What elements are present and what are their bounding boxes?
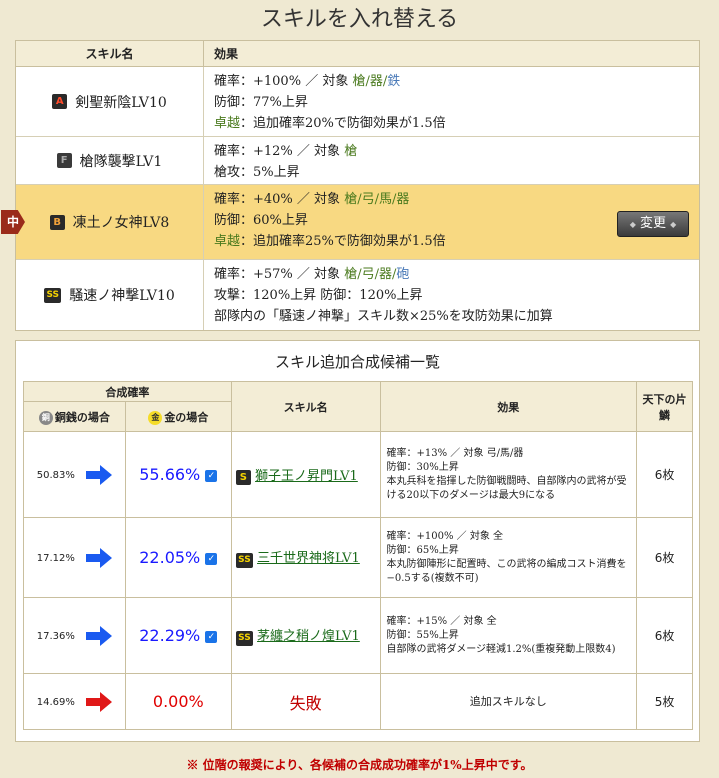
candidate-effect: 確率：+15% ／ 対象 全 防御：55%上昇 自部隊の武将ダメージ軽減1.2%… xyxy=(379,597,638,674)
gold-rate: 55.66% xyxy=(139,465,201,484)
effect-line: ：追加確率25%で防御効果が1.5倍 xyxy=(240,234,446,249)
current-skill-row-selected: 中 B 凍土ノ女神LV8 確率：+40% ／ 対象 槍/弓/馬/器 防御：60%… xyxy=(1,185,699,260)
diamond-icon: ◆ xyxy=(670,220,677,229)
skill-name: 凍土ノ女神LV8 xyxy=(72,215,170,231)
skill-effect: 確率：+100% ／ 対象 槍/器/鉄 防御：77%上昇 卓越：追加確率20%で… xyxy=(204,67,699,136)
arrow-right-icon xyxy=(86,625,113,646)
effect-line: 防御：77%上昇 xyxy=(214,95,308,110)
copper-rate: 50.83% xyxy=(36,469,75,481)
effect-targets: 槍 xyxy=(344,144,358,159)
header-skill-name: スキル名 xyxy=(16,41,204,66)
effect-rate: 確率：+40% ／ 対象 xyxy=(214,192,345,207)
current-skill-row: F 槍隊襲撃LV1 確率：+12% ／ 対象 槍 槍攻：5%上昇 xyxy=(16,137,699,185)
count: 6枚 xyxy=(636,431,693,518)
copper-rate: 14.69% xyxy=(36,696,75,708)
header-copper: 銅銅銭の場合 xyxy=(23,401,126,432)
gold-rate: 0.00% xyxy=(152,692,204,711)
header-effect: 効果 xyxy=(214,47,239,61)
select-checkbox[interactable]: ✓ xyxy=(205,630,218,643)
arrow-right-icon xyxy=(86,691,113,712)
effect-line: 攻撃：120%上昇 防御：120%上昇 xyxy=(214,288,423,303)
candidate-row-fail: 14.69% 0.00% 失敗 追加スキルなし 5枚 xyxy=(23,673,693,730)
candidate-table: 合成確率 スキル名 効果 天下の片鱗 銅銅銭の場合 金金の場合 50.83% 5… xyxy=(23,381,693,730)
rank-badge: SS xyxy=(235,631,253,646)
skill-name: 剣聖新陰LV10 xyxy=(75,94,167,111)
effect-rate: 確率：+100% ／ 対象 xyxy=(214,74,353,89)
effect-targets-extra: 砲 xyxy=(396,267,410,282)
current-skill-row: A 剣聖新陰LV10 確率：+100% ／ 対象 槍/器/鉄 防御：77%上昇 … xyxy=(16,67,699,137)
candidate-row: 17.36% 22.29% ✓ SS 茅纏之稍ノ煌LV1 確率：+15% ／ 対… xyxy=(23,597,693,674)
effect-line: 槍攻：5%上昇 xyxy=(214,165,300,180)
candidate-skill-link[interactable]: 獅子王ノ昇門LV1 xyxy=(255,469,358,484)
page-title: スキルを入れ替える xyxy=(260,7,459,32)
rank-badge: SS xyxy=(44,287,62,303)
copper-rate: 17.12% xyxy=(36,552,75,564)
gold-coin-icon: 金 xyxy=(148,410,163,425)
effect-line: 部隊内の「騒速ノ神撃」スキル数×25%を攻防効果に加算 xyxy=(214,309,553,324)
effect-rate: 確率：+12% ／ 対象 xyxy=(214,144,345,159)
effect-line: ：追加確率20%で防御効果が1.5倍 xyxy=(240,116,446,131)
header-effect: 効果 xyxy=(379,381,638,432)
skill-effect: 確率：+12% ／ 対象 槍 槍攻：5%上昇 xyxy=(204,137,699,184)
change-button-label: 変更 xyxy=(639,216,666,231)
footnote: ※ 位階の報奨により、各候補の合成成功確率が1%上昇中です。 xyxy=(186,758,533,772)
candidate-effect: 確率：+100% ／ 対象 全 防御：65%上昇 本丸防御陣形に配置時、この武将… xyxy=(379,517,638,598)
effect-targets: 槍/弓/器/ xyxy=(344,267,397,282)
rank-badge: S xyxy=(235,469,251,485)
header-skill-name: スキル名 xyxy=(230,381,381,432)
count: 5枚 xyxy=(636,673,693,730)
rank-badge: A xyxy=(52,94,68,109)
header-count: 天下の片鱗 xyxy=(636,381,693,432)
arrow-right-icon xyxy=(86,547,113,568)
copper-rate: 17.36% xyxy=(36,630,75,642)
candidate-skill-link[interactable]: 三千世界神将LV1 xyxy=(257,551,360,566)
rank-badge: B xyxy=(49,214,65,230)
skill-effect: 確率：+57% ／ 対象 槍/弓/器/砲 攻撃：120%上昇 防御：120%上昇… xyxy=(204,260,699,330)
effect-targets: 槍/器/ xyxy=(352,74,388,89)
fail-label: 失敗 xyxy=(230,673,381,730)
effect-targets: 槍/弓/馬/器 xyxy=(344,192,410,207)
effect-targets-extra: 鉄 xyxy=(387,74,401,89)
candidate-skill-link[interactable]: 茅纏之稍ノ煌LV1 xyxy=(257,629,360,644)
excel-label: 卓越 xyxy=(214,116,241,131)
gold-rate: 22.05% xyxy=(139,548,201,567)
candidate-effect: 確率：+13% ／ 対象 弓/馬/器 防御：30%上昇 本丸兵科を指揮した防御戦… xyxy=(379,431,638,518)
diamond-icon: ◆ xyxy=(629,220,636,229)
count: 6枚 xyxy=(636,597,693,674)
candidate-title: スキル追加合成候補一覧 xyxy=(274,353,440,371)
rank-badge: F xyxy=(56,153,72,168)
gold-rate: 22.29% xyxy=(139,626,201,645)
current-skills-table: スキル名 効果 A 剣聖新陰LV10 確率：+100% ／ 対象 槍/器/鉄 防… xyxy=(1,40,700,331)
candidate-panel: スキル追加合成候補一覧 合成確率 スキル名 効果 天下の片鱗 銅銅銭の場合 金金… xyxy=(15,340,700,742)
count: 6枚 xyxy=(636,517,693,598)
header-rate: 合成確率 xyxy=(23,381,232,402)
skill-name: 騒速ノ神撃LV10 xyxy=(69,288,175,304)
effect-rate: 確率：+57% ／ 対象 xyxy=(214,267,345,282)
select-checkbox[interactable]: ✓ xyxy=(205,469,218,482)
current-skill-row: SS 騒速ノ神撃LV10 確率：+57% ／ 対象 槍/弓/器/砲 攻撃：120… xyxy=(16,260,699,330)
candidate-row: 50.83% 55.66% ✓ S 獅子王ノ昇門LV1 確率：+13% ／ 対象… xyxy=(23,431,693,518)
skill-name: 槍隊襲撃LV1 xyxy=(79,153,163,170)
arrow-right-icon xyxy=(86,464,113,485)
change-button[interactable]: ◆ 変更 ◆ xyxy=(617,211,689,237)
rank-badge: SS xyxy=(235,553,253,568)
select-checkbox[interactable]: ✓ xyxy=(205,552,218,565)
candidate-effect: 追加スキルなし xyxy=(379,673,638,730)
current-skills-header: スキル名 効果 xyxy=(16,41,699,67)
header-gold: 金金の場合 xyxy=(124,401,232,432)
excel-label: 卓越 xyxy=(214,234,241,249)
candidate-row: 17.12% 22.05% ✓ SS 三千世界神将LV1 確率：+100% ／ … xyxy=(23,517,693,598)
copper-coin-icon: 銅 xyxy=(38,410,53,425)
